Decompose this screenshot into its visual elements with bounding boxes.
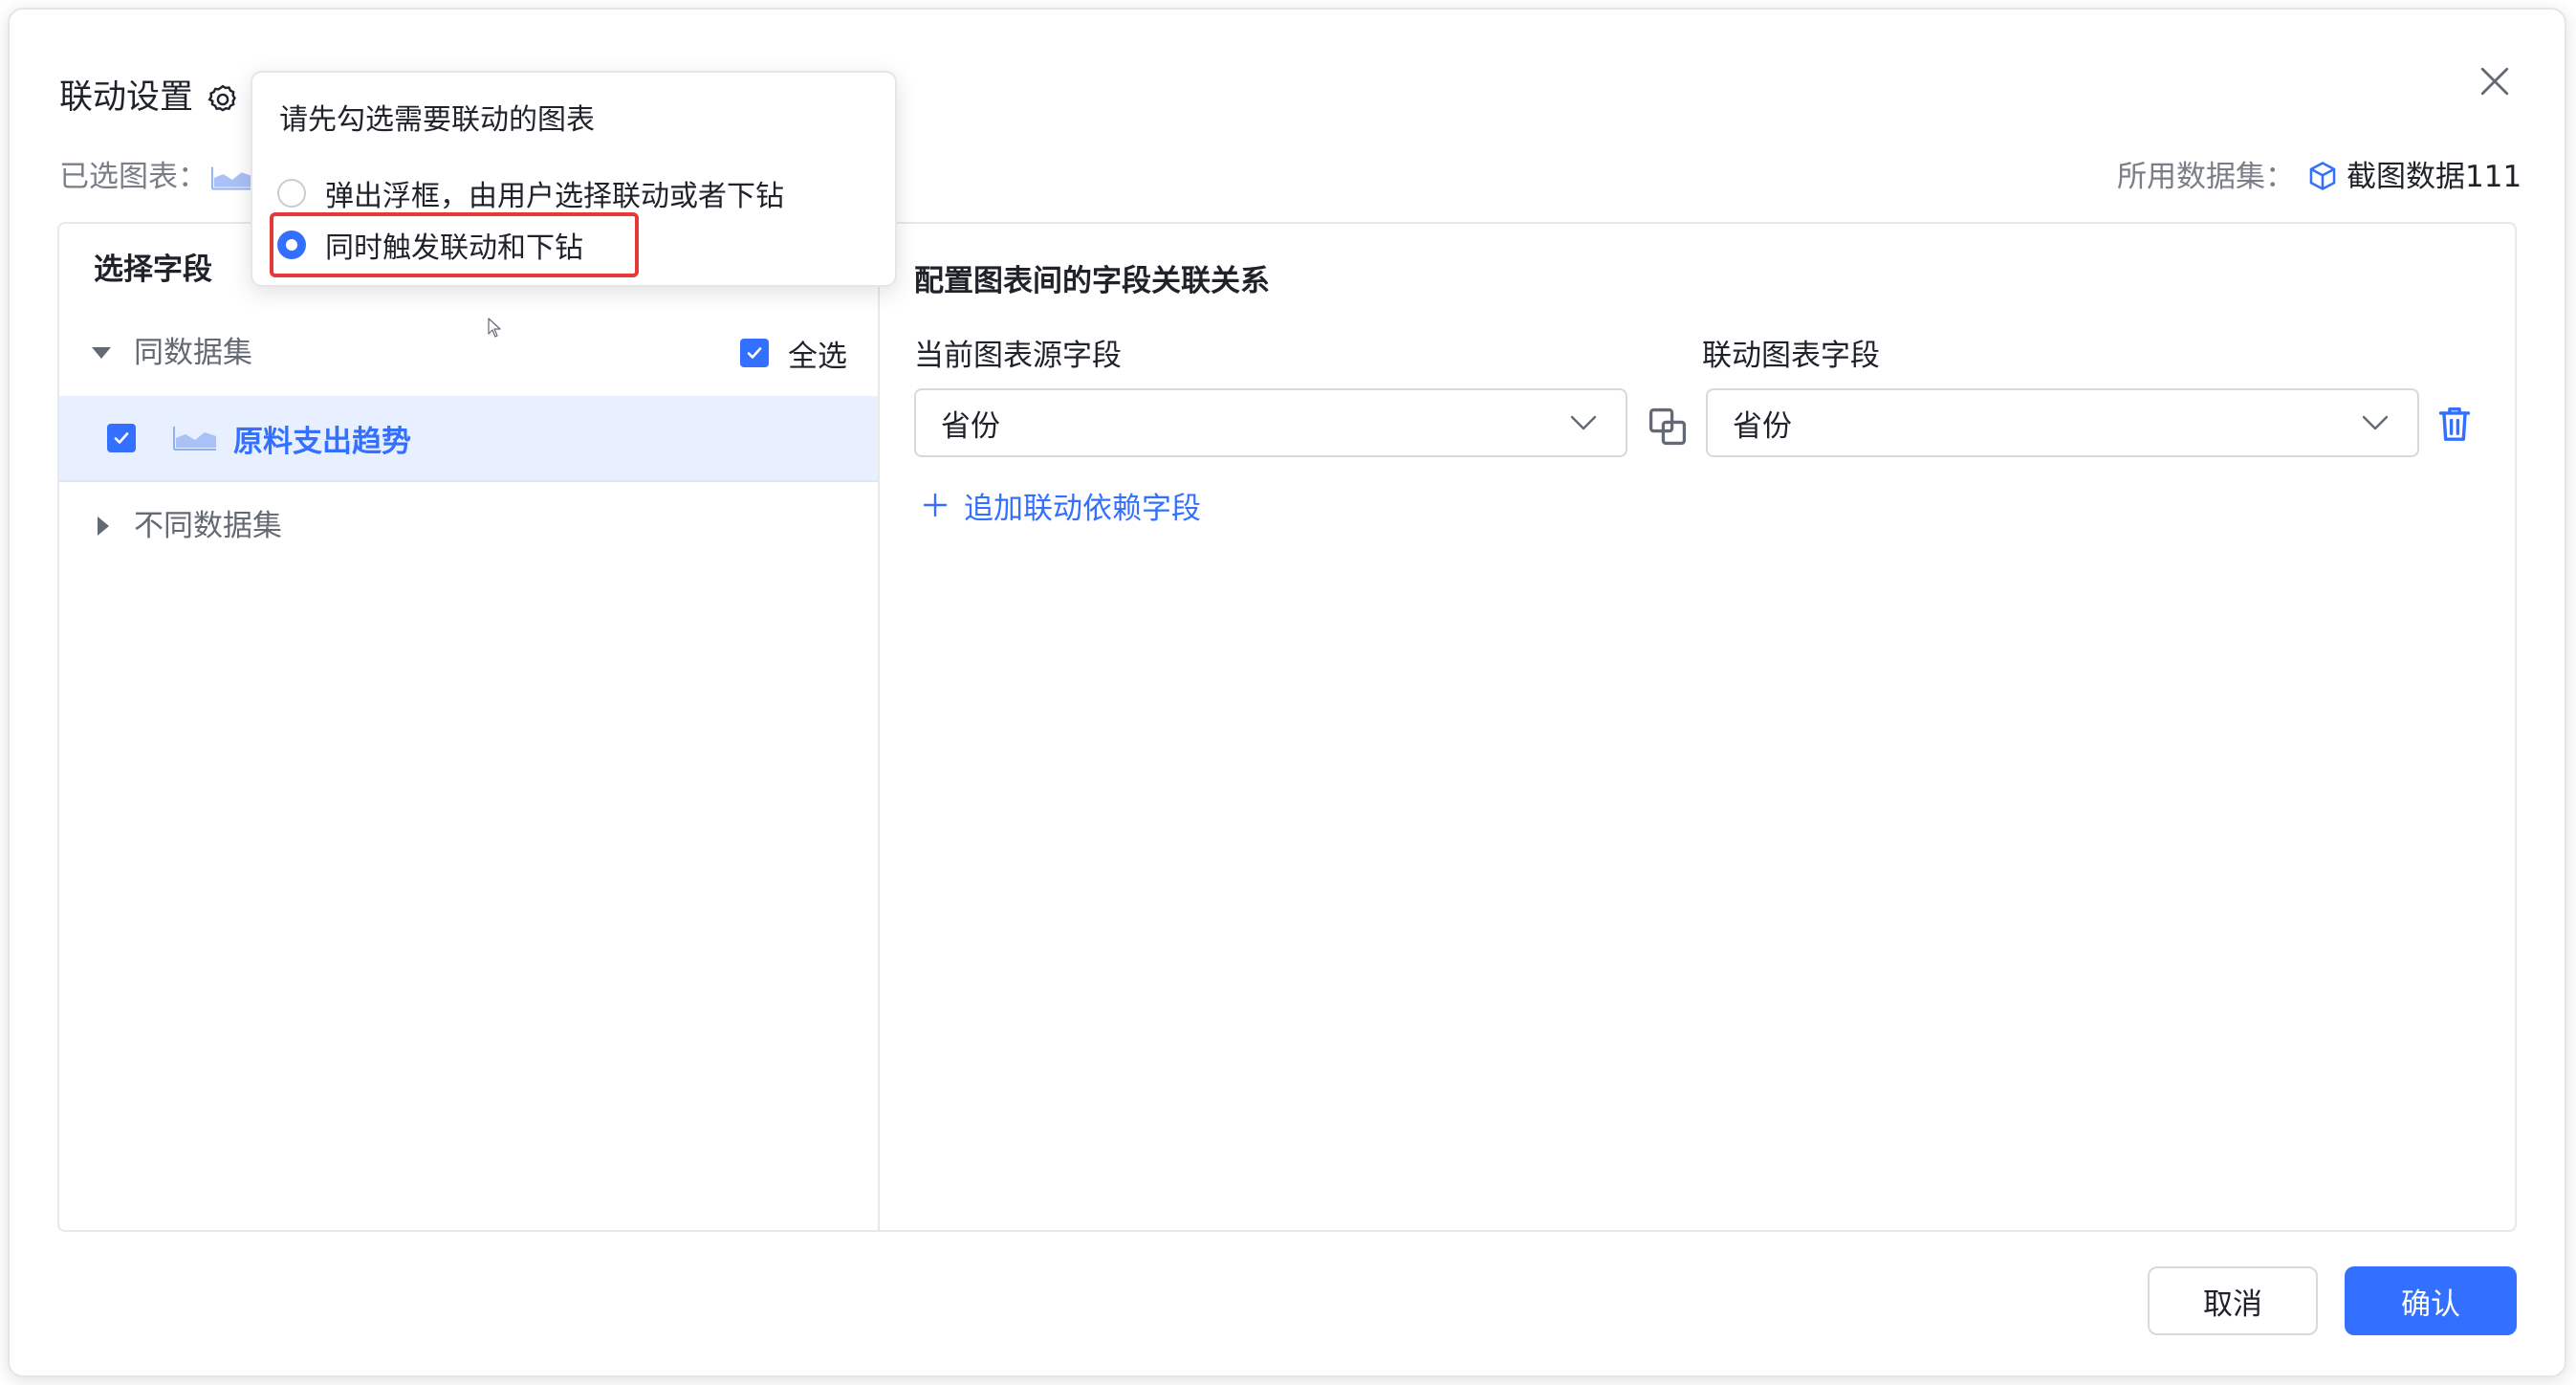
plus-icon (923, 493, 948, 517)
mouse-cursor-icon (488, 318, 501, 338)
gear-icon[interactable] (206, 82, 240, 117)
checkbox-checked-icon (740, 339, 769, 367)
select-all-label: 全选 (788, 339, 847, 374)
chevron-down-icon (1570, 415, 1597, 430)
dataset-label: 所用数据集： (2117, 160, 2295, 194)
cancel-button[interactable]: 取消 (2148, 1266, 2318, 1335)
radio-checked-icon[interactable] (277, 231, 306, 259)
group-same-dataset[interactable]: 同数据集 (92, 332, 252, 374)
right-panel-title: 配置图表间的字段关联关系 (914, 264, 1270, 298)
group-diff-dataset[interactable]: 不同数据集 (92, 505, 282, 547)
group-same-dataset-label: 同数据集 (134, 336, 252, 370)
left-panel-title: 选择字段 (94, 253, 212, 287)
radio-option-popup[interactable]: 弹出浮框，由用户选择联动或者下钻 (277, 172, 784, 214)
group-diff-dataset-label: 不同数据集 (134, 509, 282, 543)
caret-right-icon (98, 517, 109, 536)
add-linkage-field-label: 追加联动依赖字段 (964, 491, 1201, 526)
add-linkage-field-button[interactable]: 追加联动依赖字段 (922, 484, 1201, 526)
cube-icon (2309, 162, 2336, 190)
linkage-mode-popover: 请先勾选需要联动的图表 弹出浮框，由用户选择联动或者下钻 同时触发联动和下钻 (251, 71, 897, 287)
source-field-select[interactable]: 省份 (914, 388, 1627, 457)
select-all-checkbox[interactable]: 全选 (740, 332, 847, 374)
selected-charts-label: 已选图表： (59, 160, 207, 194)
link-icon[interactable] (1647, 406, 1689, 448)
trash-icon[interactable] (2438, 406, 2471, 442)
dataset-name: 截图数据111 (2347, 160, 2522, 194)
target-field-select[interactable]: 省份 (1706, 388, 2419, 457)
confirm-button[interactable]: 确认 (2345, 1266, 2517, 1335)
chart-list-item[interactable]: 原料支出趋势 (59, 396, 878, 482)
chevron-down-icon (2362, 415, 2389, 430)
chart-name: 原料支出趋势 (233, 424, 411, 459)
radio-unchecked-icon[interactable] (277, 179, 306, 208)
radio-option-trigger-both-label: 同时触发联动和下钻 (325, 231, 583, 265)
config-panel (57, 222, 2517, 1232)
radio-option-popup-label: 弹出浮框，由用户选择联动或者下钻 (325, 180, 784, 213)
source-field-label: 当前图表源字段 (914, 339, 1122, 373)
target-field-label: 联动图表字段 (1702, 339, 1880, 373)
close-icon[interactable] (2478, 65, 2511, 98)
target-field-value: 省份 (1733, 408, 1792, 444)
source-field-value: 省份 (941, 408, 1000, 444)
checkbox-checked-icon[interactable] (107, 424, 136, 452)
panel-divider (878, 222, 880, 1232)
popover-title: 请先勾选需要联动的图表 (279, 103, 595, 137)
radio-option-trigger-both[interactable]: 同时触发联动和下钻 (277, 224, 583, 266)
caret-down-icon (92, 347, 111, 359)
area-chart-icon (173, 427, 216, 451)
dialog-title: 联动设置 (59, 78, 194, 117)
area-chart-icon (210, 166, 253, 190)
